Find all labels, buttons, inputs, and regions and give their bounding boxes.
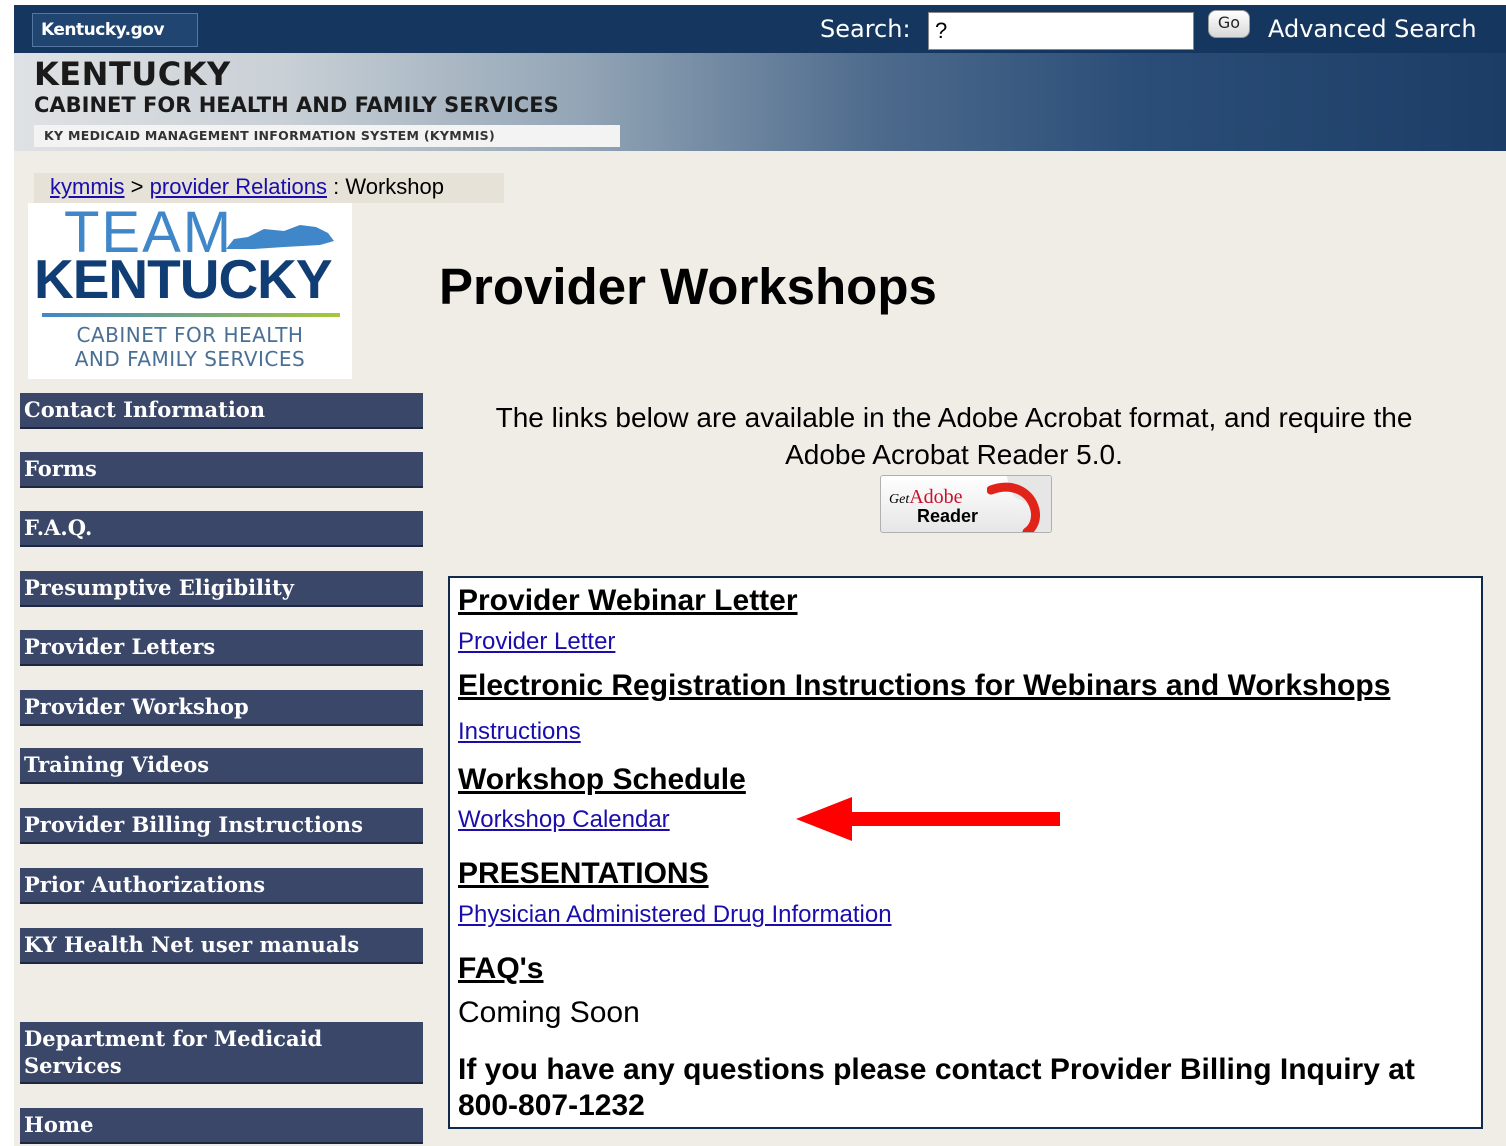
team-kentucky-logo: TEAM KENTUCKY CABINET FOR HEALTH AND FAM… <box>28 200 352 379</box>
search-input[interactable] <box>928 12 1194 50</box>
nav-home[interactable]: Home <box>20 1108 423 1144</box>
link-workshop-calendar[interactable]: Workshop Calendar <box>458 806 670 834</box>
kentucky-gov-link[interactable]: Kentucky.gov <box>32 13 198 47</box>
breadcrumb-current: Workshop <box>345 174 444 199</box>
top-bar: Kentucky.gov Search: Go Advanced Search <box>14 5 1506 53</box>
link-instructions[interactable]: Instructions <box>458 718 581 746</box>
adobe-reader-text: Reader <box>917 506 979 526</box>
heading-faqs: FAQ's <box>458 952 544 985</box>
breadcrumb-separator: > <box>130 174 144 199</box>
heading-workshop-schedule: Workshop Schedule <box>458 763 746 796</box>
link-physician-administered-drug-information[interactable]: Physician Administered Drug Information <box>458 901 892 929</box>
nav-forms[interactable]: Forms <box>20 452 423 488</box>
page-frame: Kentucky.gov Search: Go Advanced Search … <box>14 5 1506 1146</box>
workshop-content-box: Provider Webinar Letter Provider Letter … <box>448 576 1483 1129</box>
banner-cabinet: CABINET FOR HEALTH AND FAMILY SERVICES <box>34 93 559 117</box>
heading-electronic-registration: Electronic Registration Instructions for… <box>458 669 1391 702</box>
nav-department-for-medicaid-services[interactable]: Department for Medicaid Services <box>20 1022 423 1084</box>
logo-subtitle-line2: AND FAMILY SERVICES <box>74 347 306 371</box>
logo-kentucky-text: KENTUCKY <box>34 248 333 310</box>
heading-provider-webinar-letter: Provider Webinar Letter <box>458 584 798 617</box>
logo-stripe <box>42 313 340 317</box>
nav-contact-information[interactable]: Contact Information <box>20 393 423 429</box>
banner-system: KY MEDICAID MANAGEMENT INFORMATION SYSTE… <box>34 125 620 147</box>
advanced-search-link[interactable]: Advanced Search <box>1268 15 1477 43</box>
breadcrumb-provider-relations-link[interactable]: provider Relations <box>150 174 327 199</box>
get-adobe-reader-button[interactable]: GetAdobe Reader <box>880 475 1052 533</box>
nav-prior-authorizations[interactable]: Prior Authorizations <box>20 868 423 904</box>
adobe-pdf-icon <box>987 476 1051 532</box>
heading-presentations: PRESENTATIONS <box>458 857 709 890</box>
faq-coming-soon: Coming Soon <box>458 996 640 1029</box>
nav-provider-billing-instructions[interactable]: Provider Billing Instructions <box>20 808 423 844</box>
nav-presumptive-eligibility[interactable]: Presumptive Eligibility <box>20 571 423 607</box>
logo-subtitle-line1: CABINET FOR HEALTH <box>76 323 304 347</box>
go-button[interactable]: Go <box>1208 10 1250 38</box>
adobe-requirement-text: The links below are available in the Ado… <box>495 402 1413 470</box>
breadcrumb-separator: : <box>333 174 340 199</box>
red-arrow-annotation <box>796 797 1060 841</box>
nav-ky-health-net-manuals[interactable]: KY Health Net user manuals <box>20 928 423 964</box>
nav-training-videos[interactable]: Training Videos <box>20 748 423 784</box>
contact-billing-inquiry-text: If you have any questions please contact… <box>458 1053 1415 1122</box>
page-title: Provider Workshops <box>439 258 937 315</box>
banner-state: KENTUCKY <box>34 55 231 93</box>
breadcrumb-kymmis-link[interactable]: kymmis <box>50 174 125 199</box>
link-provider-letter[interactable]: Provider Letter <box>458 628 615 656</box>
nav-provider-letters[interactable]: Provider Letters <box>20 630 423 666</box>
nav-faq[interactable]: F.A.Q. <box>20 511 423 547</box>
nav-provider-workshop[interactable]: Provider Workshop <box>20 690 423 726</box>
banner: KENTUCKY CABINET FOR HEALTH AND FAMILY S… <box>14 53 1506 151</box>
search-label: Search: <box>820 15 911 43</box>
